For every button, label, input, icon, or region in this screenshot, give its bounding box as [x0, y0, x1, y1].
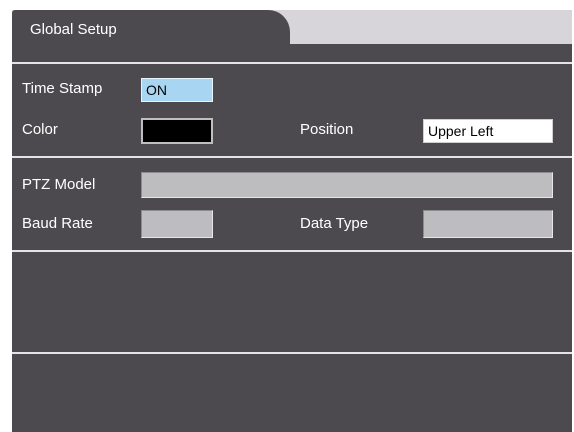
color-label: Color — [22, 121, 58, 138]
data-type-field[interactable] — [423, 210, 553, 238]
baud-rate-field[interactable] — [141, 210, 213, 238]
baud-rate-label: Baud Rate — [22, 215, 93, 232]
ptz-model-label: PTZ Model — [22, 176, 96, 193]
ptz-model-field[interactable] — [141, 172, 553, 198]
color-field[interactable] — [141, 118, 213, 144]
section-divider-middle — [12, 156, 572, 158]
time-stamp-label: Time Stamp — [22, 80, 103, 97]
section-divider-lower — [12, 250, 572, 252]
tab-strip: Global Setup — [12, 10, 572, 44]
tab-global-setup-label: Global Setup — [30, 21, 117, 38]
section-divider-bottom — [12, 352, 572, 354]
time-stamp-field[interactable]: ON — [141, 78, 213, 102]
screen: Global Setup Time Stamp ON Color Positio… — [0, 0, 574, 432]
global-setup-panel: Global Setup Time Stamp ON Color Positio… — [12, 10, 572, 432]
tab-global-setup[interactable]: Global Setup — [12, 10, 290, 44]
position-field[interactable]: Upper Left — [423, 119, 553, 143]
data-type-label: Data Type — [300, 215, 369, 232]
section-divider-top — [12, 62, 572, 64]
position-label: Position — [300, 121, 354, 138]
